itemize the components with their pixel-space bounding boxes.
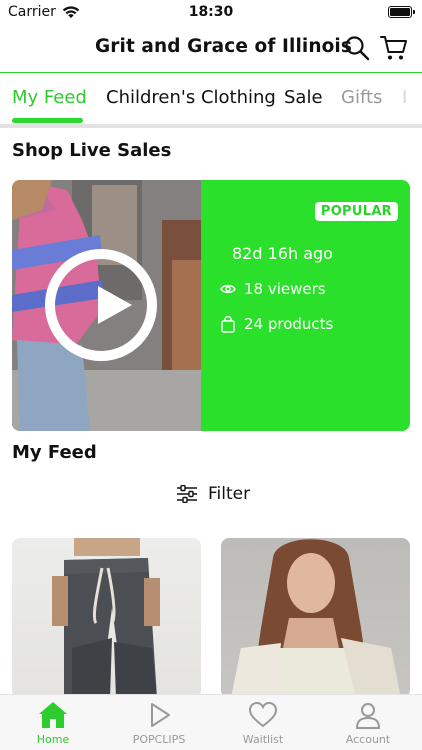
popular-badge: POPULAR bbox=[314, 202, 398, 221]
products-count: 24 products bbox=[244, 315, 334, 333]
feed-section-title: My Feed bbox=[12, 442, 97, 463]
tab-childrens-clothing[interactable]: Children's Clothing bbox=[106, 87, 276, 108]
home-icon bbox=[39, 702, 67, 728]
nav-home-label: Home bbox=[36, 733, 70, 746]
cart-icon[interactable] bbox=[380, 34, 408, 62]
viewers-count: 18 viewers bbox=[244, 280, 326, 298]
filter-label: Filter bbox=[208, 484, 251, 504]
status-time: 18:30 bbox=[188, 4, 234, 20]
tab-my-feed[interactable]: My Feed bbox=[12, 87, 87, 108]
nav-account[interactable]: Account bbox=[328, 701, 408, 746]
nav-account-label: Account bbox=[345, 733, 391, 746]
live-video-thumbnail[interactable] bbox=[12, 180, 201, 431]
person-icon bbox=[355, 703, 381, 729]
play-button[interactable] bbox=[45, 249, 157, 361]
battery-icon bbox=[388, 6, 415, 18]
nav-popclips-label: POPCLIPS bbox=[132, 733, 186, 746]
live-time-ago: 82d 16h ago bbox=[232, 244, 333, 263]
tab-divider bbox=[0, 124, 422, 128]
shopping-bag-icon bbox=[221, 315, 235, 333]
active-tab-indicator bbox=[12, 118, 83, 123]
tab-sale[interactable]: Sale bbox=[284, 87, 323, 108]
nav-popclips[interactable]: POPCLIPS bbox=[119, 701, 199, 746]
nav-waitlist-label: Waitlist bbox=[242, 733, 284, 746]
status-bar: Carrier 18:30 bbox=[0, 0, 422, 24]
heart-icon bbox=[248, 701, 278, 728]
product-card[interactable] bbox=[221, 538, 410, 698]
play-outline-icon bbox=[151, 703, 170, 727]
tab-next-partial[interactable]: I bbox=[402, 87, 407, 108]
category-tabs: My Feed Children's Clothing Sale Gifts I bbox=[0, 72, 422, 124]
tab-gifts[interactable]: Gifts bbox=[341, 87, 382, 108]
live-sale-card[interactable]: POPULAR 82d 16h ago 18 viewers 24 produc… bbox=[12, 180, 410, 431]
product-card[interactable] bbox=[12, 538, 201, 698]
products-row: 24 products bbox=[220, 315, 333, 333]
product-image bbox=[52, 538, 160, 698]
product-image bbox=[231, 539, 401, 698]
sliders-icon bbox=[177, 485, 197, 503]
live-section-title: Shop Live Sales bbox=[12, 140, 172, 161]
nav-waitlist[interactable]: Waitlist bbox=[223, 701, 303, 746]
eye-icon bbox=[220, 284, 236, 294]
store-title: Grit and Grace of Illinois bbox=[95, 36, 352, 57]
play-icon bbox=[98, 286, 132, 324]
viewers-row: 18 viewers bbox=[220, 280, 326, 298]
app-header: Grit and Grace of Illinois bbox=[0, 24, 422, 72]
bottom-navigation: Home POPCLIPS Waitlist Account bbox=[0, 694, 422, 750]
search-icon[interactable] bbox=[343, 34, 371, 62]
filter-button[interactable]: Filter bbox=[176, 484, 250, 504]
nav-home[interactable]: Home bbox=[13, 701, 93, 746]
